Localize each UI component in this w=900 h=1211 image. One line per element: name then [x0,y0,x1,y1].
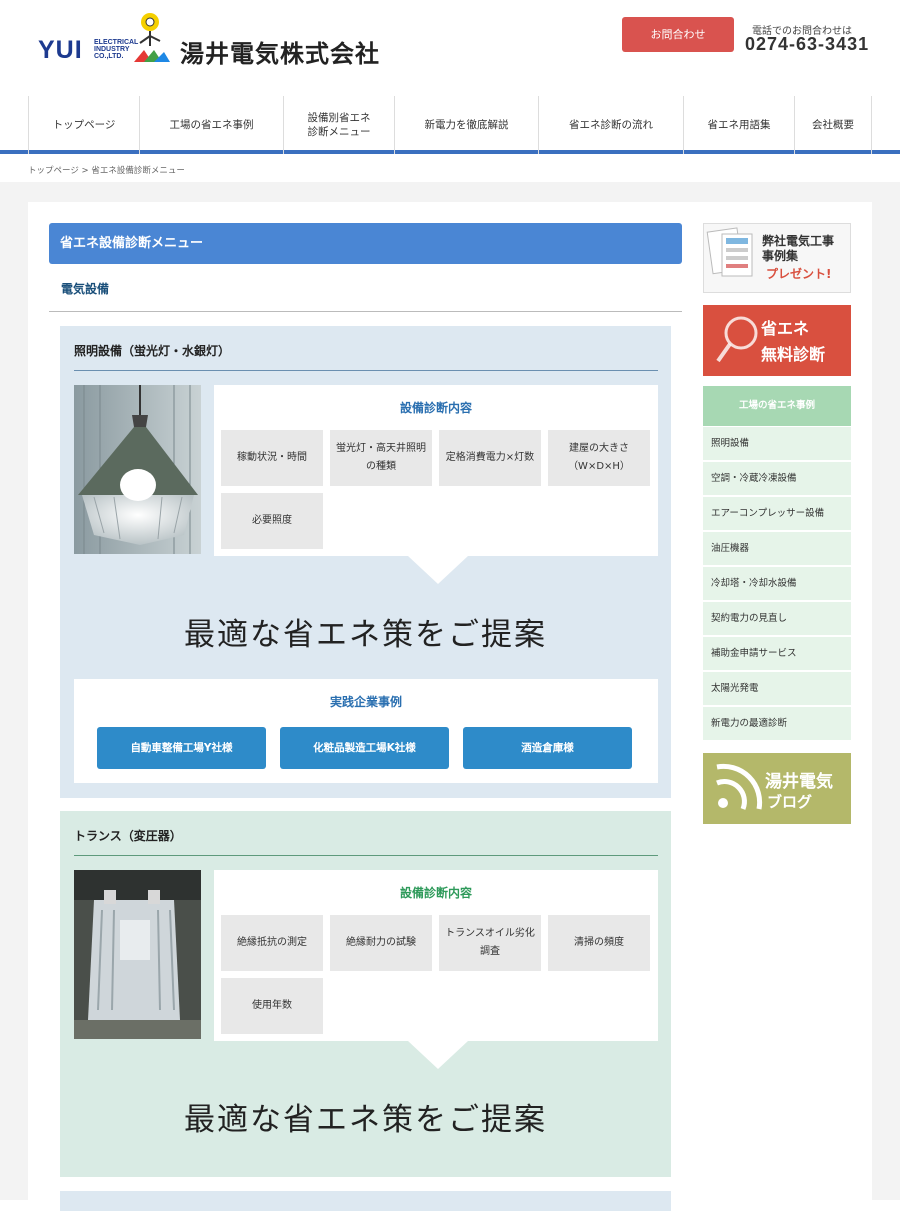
case-booklet-banner[interactable]: 弊社電気工事 事例集 プレゼント! [703,223,851,293]
diagnosis-box: 設備診断内容 稼動状況・時間 蛍光灯・高天井照明の種類 定格消費電力×灯数 建屋… [214,385,658,556]
nav-item-glossary[interactable]: 省エネ用語集 [683,96,794,154]
arrow-down-icon [408,556,468,584]
diagnosis-item: 清掃の頻度 [548,915,650,971]
page-title: 省エネ設備診断メニュー [49,223,682,264]
diagnosis-item: 絶縁耐力の試験 [330,915,432,971]
diagnosis-item: 蛍光灯・高天井照明の種類 [330,430,432,486]
side-menu-item[interactable]: 契約電力の見直し [703,602,851,636]
side-menu-item[interactable]: 新電力の最適診断 [703,707,851,741]
banner-text-line: 無料診断 [761,345,826,364]
diagnosis-item: 使用年数 [221,978,323,1034]
logo-mark-icon [134,13,170,62]
nav-item-diagnosis-flow[interactable]: 省エネ診断の流れ [538,96,683,154]
section-category-title: 電気設備 [61,282,110,296]
nav-item-new-power[interactable]: 新電力を徹底解説 [394,96,538,154]
diagnosis-heading: 設備診断内容 [399,886,472,900]
case-studies-box: 実践企業事例 自動車整備工場Y社様 化粧品製造工場K社様 酒造倉庫様 [74,679,658,783]
lighting-photo [74,385,201,554]
breadcrumb-current: 省エネ設備診断メニュー [91,166,185,176]
side-menu-item[interactable]: 補助金申請サービス [703,637,851,671]
banner-text-line: 湯井電気 [765,772,833,792]
magnifier-icon [716,316,758,363]
proposal-text: 最適な省エネ策をご提案 [184,617,547,653]
arrow-down-icon [408,1041,468,1069]
nav-item-top[interactable]: トップページ [28,96,139,154]
free-diagnosis-banner[interactable]: 省エネ 無料診断 [703,305,851,376]
diagnosis-item: 必要照度 [221,493,323,549]
blog-rss-icon [716,763,763,810]
section-divider [74,370,658,371]
breadcrumb-home[interactable]: トップページ [28,166,79,176]
equipment-section-transformer: トランス（変圧器） 設備診断内容 絶縁抵抗の測定 絶縁耐力の試験 トランスオイル… [60,811,671,1177]
banner-text-line: ブログ [767,793,813,811]
diagnosis-heading: 設備診断内容 [399,401,472,415]
case-button-sake-warehouse[interactable]: 酒造倉庫様 [463,727,632,769]
side-menu-item[interactable]: 照明設備 [703,427,851,461]
side-menu-item[interactable]: 空調・冷蔵冷凍設備 [703,462,851,496]
diagnosis-item: 建屋の大きさ（W×D×H） [548,430,650,486]
company-logo[interactable]: YUI ELECTRICAL INDUSTRY CO.,LTD. 湯井電気株式会… [38,10,398,68]
tel-number[interactable]: 0274-63-3431 [745,34,869,55]
breadcrumb: トップページ > 省エネ設備診断メニュー [28,164,185,176]
company-name: 湯井電気株式会社 [180,40,380,68]
diagnosis-item: 定格消費電力×灯数 [439,430,541,486]
banner-text-line: 省エネ [761,319,810,338]
side-menu-item[interactable]: 冷却塔・冷却水設備 [703,567,851,601]
case-button-cosmetics[interactable]: 化粧品製造工場K社様 [280,727,449,769]
breadcrumb-separator: > [81,166,89,176]
contact-button[interactable]: お問合わせ [622,17,734,52]
site-header: YUI ELECTRICAL INDUSTRY CO.,LTD. 湯井電気株式会… [0,0,900,96]
diagnosis-item: 稼動状況・時間 [221,430,323,486]
side-menu-item[interactable]: 油圧機器 [703,532,851,566]
case-studies-heading: 実践企業事例 [329,695,402,709]
blog-banner[interactable]: 湯井電気 ブログ [703,753,851,824]
diagnosis-item: トランスオイル劣化調査 [439,915,541,971]
banner-text-line: 弊社電気工事 [762,234,835,248]
banner-text-line: 事例集 [762,249,799,263]
section-heading: 照明設備（蛍光灯・水銀灯） [74,344,231,358]
banner-text-line: プレゼント! [766,267,832,281]
transformer-photo [74,870,201,1039]
diagnosis-box: 設備診断内容 絶縁抵抗の測定 絶縁耐力の試験 トランスオイル劣化調査 清掃の頻度… [214,870,658,1041]
nav-item-factory-cases[interactable]: 工場の省エネ事例 [139,96,283,154]
proposal-text: 最適な省エネ策をご提案 [184,1102,547,1138]
global-nav: トップページ 工場の省エネ事例 設備別省エネ 診断メニュー 新電力を徹底解説 省… [0,96,900,154]
section-heading: トランス（変圧器） [74,829,182,843]
nav-item-diagnosis-menu[interactable]: 設備別省エネ 診断メニュー [283,96,394,154]
equipment-section-lighting: 照明設備（蛍光灯・水銀灯） 設備診断内容 稼動状況・時間 蛍光灯・高天井照明の種… [60,326,671,798]
case-button-auto-repair[interactable]: 自動車整備工場Y社様 [97,727,266,769]
divider [49,311,682,312]
diagnosis-item: 絶縁抵抗の測定 [221,915,323,971]
equipment-section-next [60,1191,671,1211]
nav-item-company[interactable]: 会社概要 [794,96,872,154]
side-menu-item[interactable]: エアーコンプレッサー設備 [703,497,851,531]
side-menu-item[interactable]: 太陽光発電 [703,672,851,706]
logo-yui-text: YUI [38,36,83,64]
side-menu-heading: 工場の省エネ事例 [703,386,851,426]
section-divider [74,855,658,856]
